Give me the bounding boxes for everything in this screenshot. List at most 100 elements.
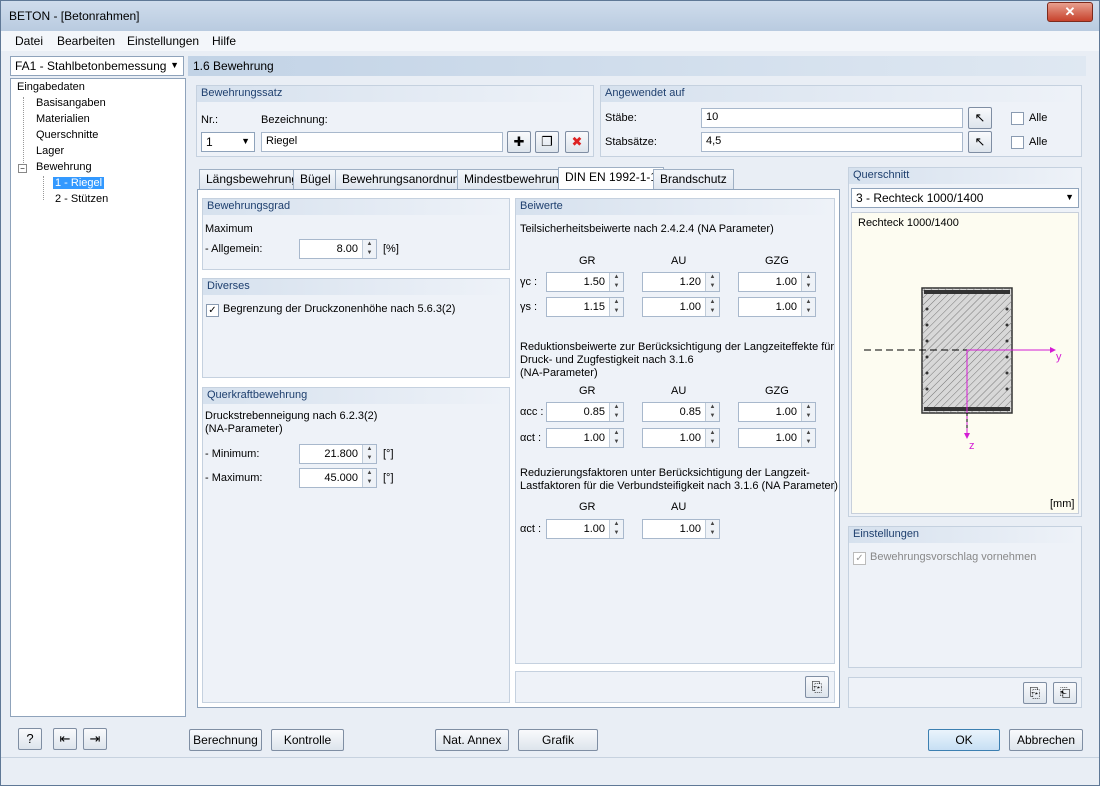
alpha-cc-gzg-input[interactable]: 1.00 ▲ ▼ — [738, 402, 816, 422]
spin-icon[interactable]: ▲ ▼ — [801, 429, 815, 447]
allgemein-value: 8.00 — [336, 243, 358, 255]
tab-din-en-1992[interactable]: DIN EN 1992-1-1 — [558, 167, 665, 190]
tree-item-basisangaben[interactable]: Basisangaben — [36, 97, 106, 109]
alle-checkbox[interactable] — [1011, 136, 1024, 149]
spin-icon[interactable]: ▲ ▼ — [705, 429, 719, 447]
spin-icon[interactable]: ▲ ▼ — [362, 240, 376, 258]
minimum-input[interactable]: 21.800 ▲ ▼ — [299, 444, 377, 464]
spin-icon[interactable]: ▲ ▼ — [362, 469, 376, 487]
ok-button[interactable]: OK — [928, 729, 1000, 751]
red-title-3: (NA-Parameter) — [520, 367, 598, 379]
nat-annex-button[interactable]: Nat. Annex ... — [435, 729, 509, 767]
defaults-icon[interactable]: ⎘ — [805, 676, 829, 698]
tree-item-stuetzen[interactable]: 2 - Stützen — [55, 193, 108, 205]
allgemein-input[interactable]: 8.00 ▲ ▼ — [299, 239, 377, 259]
druckzone-checkbox[interactable]: ✓ — [206, 304, 219, 317]
nr-select[interactable]: 1 ▼ — [201, 132, 255, 152]
menu-einstellungen[interactable]: Einstellungen — [127, 34, 199, 48]
gamma-s-au-input[interactable]: 1.00 ▲ ▼ — [642, 297, 720, 317]
gamma-c-gr-input[interactable]: 1.50 ▲ ▼ — [546, 272, 624, 292]
copy-icon[interactable]: ❐ — [535, 131, 559, 153]
menu-hilfe[interactable]: Hilfe — [212, 34, 236, 48]
tree-item-lager[interactable]: Lager — [36, 145, 64, 157]
tree-root[interactable]: Eingabedaten — [17, 81, 85, 93]
section-title: 1.6 Bewehrung — [188, 56, 1086, 76]
spin-icon[interactable]: ▲ ▼ — [609, 403, 623, 421]
spin-icon[interactable]: ▲ ▼ — [609, 273, 623, 291]
na-parameter-label: (NA-Parameter) — [205, 423, 283, 435]
alpha-cc-gr-input[interactable]: 0.85 ▲ ▼ — [546, 402, 624, 422]
import-icon[interactable]: ⎗ — [1053, 682, 1077, 704]
stabsaetze-label: Stabsätze: — [605, 136, 657, 148]
kontrolle-button[interactable]: Kontrolle — [271, 729, 344, 751]
alle-checkbox[interactable] — [1011, 112, 1024, 125]
alpha-ct2-label: αct : — [520, 523, 542, 535]
druckstreben-label: Druckstrebenneigung nach 6.2.3(2) — [205, 410, 378, 422]
spin-icon[interactable]: ▲ ▼ — [609, 298, 623, 316]
tab-mindestbewehrung[interactable]: Mindestbewehrung — [457, 169, 573, 189]
gamma-c-gzg-input[interactable]: 1.00 ▲ ▼ — [738, 272, 816, 292]
grafik-button[interactable]: Grafik — [518, 729, 598, 751]
unit-label: [mm] — [1050, 498, 1075, 510]
previous-icon[interactable]: ⇤ — [53, 728, 77, 750]
export-icon[interactable]: ⎘ — [1023, 682, 1047, 704]
spin-icon[interactable]: ▲ ▼ — [801, 403, 815, 421]
tree-item-materialien[interactable]: Materialien — [36, 113, 90, 125]
abbrechen-button[interactable]: Abbrechen — [1009, 729, 1083, 751]
alpha-ct-au-input[interactable]: 1.00 ▲ ▼ — [642, 428, 720, 448]
tab-brandschutz[interactable]: Brandschutz — [653, 169, 734, 189]
stabsaetze-input[interactable]: 4,5 — [701, 132, 963, 152]
berechnung-button[interactable]: Berechnung — [189, 729, 262, 751]
maximum-value: 45.000 — [324, 472, 358, 484]
tab-bewehrungsanordnung[interactable]: Bewehrungsanordnung — [335, 169, 474, 189]
spin-icon[interactable]: ▲ ▼ — [362, 445, 376, 463]
bezeichnung-input[interactable]: Riegel — [261, 132, 503, 152]
tree-item-bewehrung[interactable]: Bewehrung — [36, 161, 92, 173]
tab-buegel[interactable]: Bügel — [293, 169, 338, 189]
spin-icon[interactable]: ▲ ▼ — [801, 273, 815, 291]
menu-bearbeiten[interactable]: Bearbeiten — [57, 34, 115, 48]
spin-icon[interactable]: ▲ ▼ — [705, 273, 719, 291]
menu-datei[interactable]: Datei — [15, 34, 43, 48]
alpha-ct-gr-input[interactable]: 1.00 ▲ ▼ — [546, 428, 624, 448]
reduz-title-2: Lastfaktoren für die Verbundsteifigkeit … — [520, 480, 838, 492]
col-gzg: GZG — [765, 255, 789, 267]
pick-icon[interactable]: ↖ — [968, 131, 992, 153]
tree-item-querschnitte[interactable]: Querschnitte — [36, 129, 98, 141]
main-window: BETON - [Betonrahmen] ✕ Datei Bearbeiten… — [0, 0, 1100, 786]
alpha-ct-label: αct : — [520, 432, 542, 444]
alpha-cc-gzg-value: 1.00 — [775, 406, 797, 418]
new-icon[interactable]: ✚ — [507, 131, 531, 153]
alpha-ct-gzg-input[interactable]: 1.00 ▲ ▼ — [738, 428, 816, 448]
tab-laengsbewehrung[interactable]: Längsbewehrung — [199, 169, 306, 189]
alpha-ct2-au-input[interactable]: 1.00 ▲ ▼ — [642, 519, 720, 539]
case-select-value: FA1 - Stahlbetonbemessung — [15, 59, 167, 73]
spin-icon[interactable]: ▲ ▼ — [705, 403, 719, 421]
alpha-cc-au-input[interactable]: 0.85 ▲ ▼ — [642, 402, 720, 422]
gamma-s-gr-input[interactable]: 1.15 ▲ ▼ — [546, 297, 624, 317]
querschnitt-select[interactable]: 3 - Rechteck 1000/1400 ▼ — [851, 188, 1079, 208]
status-bar — [1, 757, 1099, 785]
bewehrungsgrad-group: Bewehrungsgrad Maximum - Allgemein: 8.00… — [202, 198, 510, 270]
gamma-c-au-input[interactable]: 1.20 ▲ ▼ — [642, 272, 720, 292]
gamma-c-gr-value: 1.50 — [583, 276, 605, 288]
spin-icon[interactable]: ▲ ▼ — [705, 298, 719, 316]
alpha-cc-au-value: 0.85 — [679, 406, 701, 418]
spin-icon[interactable]: ▲ ▼ — [801, 298, 815, 316]
collapse-icon[interactable]: − — [18, 164, 27, 173]
maximum-input[interactable]: 45.000 ▲ ▼ — [299, 468, 377, 488]
staebe-input[interactable]: 10 — [701, 108, 963, 128]
pick-icon[interactable]: ↖ — [968, 107, 992, 129]
spin-icon[interactable]: ▲ ▼ — [609, 429, 623, 447]
help-icon[interactable]: ? — [18, 728, 42, 750]
spin-icon[interactable]: ▲ ▼ — [705, 520, 719, 538]
delete-icon[interactable]: ✖ — [565, 131, 589, 153]
alpha-ct2-gr-input[interactable]: 1.00 ▲ ▼ — [546, 519, 624, 539]
tree-item-riegel[interactable]: 1 - Riegel — [53, 177, 105, 189]
vorschlag-checkbox[interactable]: ✓ — [853, 552, 866, 565]
case-select[interactable]: FA1 - Stahlbetonbemessung ▼ — [10, 56, 184, 76]
spin-icon[interactable]: ▲ ▼ — [609, 520, 623, 538]
next-icon[interactable]: ⇥ — [83, 728, 107, 750]
gamma-s-gzg-input[interactable]: 1.00 ▲ ▼ — [738, 297, 816, 317]
close-icon[interactable]: ✕ — [1047, 2, 1093, 22]
